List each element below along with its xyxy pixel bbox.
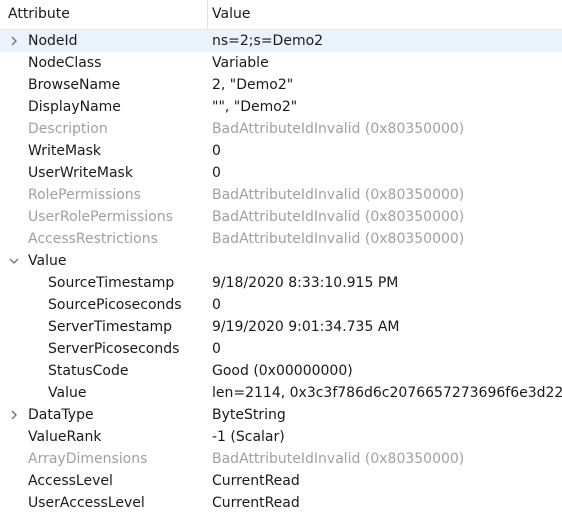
attribute-value: 0 [212,341,221,357]
attribute-value: BadAttributeIdInvalid (0x80350000) [212,451,465,467]
attribute-name: StatusCode [48,363,129,379]
attribute-row[interactable]: AccessRestrictions BadAttributeIdInvalid … [0,228,562,250]
chevron-down-icon[interactable] [8,255,20,267]
attribute-row[interactable]: BrowseName 2, "Demo2" [0,74,562,96]
attribute-name: NodeClass [28,55,102,71]
attribute-row[interactable]: SourcePicoseconds 0 [0,294,562,316]
attribute-value: 9/18/2020 8:33:10.915 PM [212,275,399,291]
attribute-name: Value [48,385,87,401]
attribute-value: Variable [212,55,269,71]
attribute-name: BrowseName [28,77,121,93]
attribute-row[interactable]: ServerPicoseconds 0 [0,338,562,360]
attribute-name: UserRolePermissions [28,209,173,225]
attribute-value: 0 [212,165,221,181]
attribute-value [212,250,562,272]
attribute-row[interactable]: WriteMask 0 [0,140,562,162]
attribute-row[interactable]: NodeId ns=2;s=Demo2 [0,30,562,52]
attribute-value: Good (0x00000000) [212,363,353,379]
attribute-name: UserWriteMask [28,165,133,181]
attribute-row[interactable]: DisplayName "", "Demo2" [0,96,562,118]
chevron-right-icon[interactable] [8,409,20,421]
attribute-name: DataType [28,407,94,423]
attribute-value: 0 [212,297,221,313]
attribute-value: ns=2;s=Demo2 [212,33,324,49]
attribute-name: ValueRank [28,429,102,445]
attribute-name: AccessLevel [28,473,113,489]
attribute-name: WriteMask [28,143,102,159]
attribute-name: ServerTimestamp [48,319,173,335]
attribute-value: 9/19/2020 9:01:34.735 AM [212,319,400,335]
attribute-name: ServerPicoseconds [48,341,180,357]
attribute-value: 2, "Demo2" [212,77,294,93]
attribute-value: BadAttributeIdInvalid (0x80350000) [212,187,465,203]
attribute-name: AccessRestrictions [28,231,158,247]
attribute-row[interactable]: UserAccessLevel CurrentRead [0,492,562,514]
attribute-rows: NodeId ns=2;s=Demo2 NodeClass Variable Brows… [0,30,562,514]
column-header-value[interactable]: Value [212,0,552,29]
attribute-value: len=2114, 0x3c3f786d6c2076657273696f6e3d… [212,385,562,401]
attribute-value: BadAttributeIdInvalid (0x80350000) [212,231,465,247]
attribute-name: NodeId [28,33,78,49]
attributes-grid: Attribute Value NodeId ns=2;s=Demo2 NodeCl… [0,0,562,514]
attribute-value: BadAttributeIdInvalid (0x80350000) [212,121,465,137]
attribute-row[interactable]: ValueRank -1 (Scalar) [0,426,562,448]
attribute-value: CurrentRead [212,495,300,511]
attribute-name: SourceTimestamp [48,275,175,291]
attribute-row[interactable]: UserRolePermissions BadAttributeIdInvalid… [0,206,562,228]
column-header-attribute[interactable]: Attribute [8,0,208,29]
attribute-value: -1 (Scalar) [212,429,285,445]
attribute-value: CurrentRead [212,473,300,489]
attribute-row[interactable]: RolePermissions BadAttributeIdInvalid (0x… [0,184,562,206]
attribute-row[interactable]: Value len=2114, 0x3c3f786d6c2076657273696… [0,382,562,404]
attribute-row[interactable]: SourceTimestamp 9/18/2020 8:33:10.915 PM [0,272,562,294]
attribute-row[interactable]: Description BadAttributeIdInvalid (0x8035… [0,118,562,140]
attribute-row[interactable]: DataType ByteString [0,404,562,426]
attribute-row[interactable]: ServerTimestamp 9/19/2020 9:01:34.735 AM [0,316,562,338]
attribute-name: UserAccessLevel [28,495,145,511]
attribute-row[interactable]: ArrayDimensions BadAttributeIdInvalid (0x… [0,448,562,470]
attribute-row[interactable]: Value [0,250,562,272]
attribute-row[interactable]: StatusCode Good (0x00000000) [0,360,562,382]
column-divider[interactable] [207,0,208,29]
attribute-name: RolePermissions [28,187,141,203]
attribute-name: Description [28,121,108,137]
attribute-row[interactable]: AccessLevel CurrentRead [0,470,562,492]
attribute-name: ArrayDimensions [28,451,148,467]
attribute-value: 0 [212,143,221,159]
attribute-name: DisplayName [28,99,121,115]
attribute-row[interactable]: NodeClass Variable [0,52,562,74]
attribute-value: "", "Demo2" [212,99,298,115]
chevron-right-icon[interactable] [8,35,20,47]
attribute-value: ByteString [212,407,286,423]
attribute-value: BadAttributeIdInvalid (0x80350000) [212,209,465,225]
grid-header: Attribute Value [0,0,562,30]
attribute-row[interactable]: UserWriteMask 0 [0,162,562,184]
attribute-name: SourcePicoseconds [48,297,182,313]
attribute-name: Value [28,253,67,269]
